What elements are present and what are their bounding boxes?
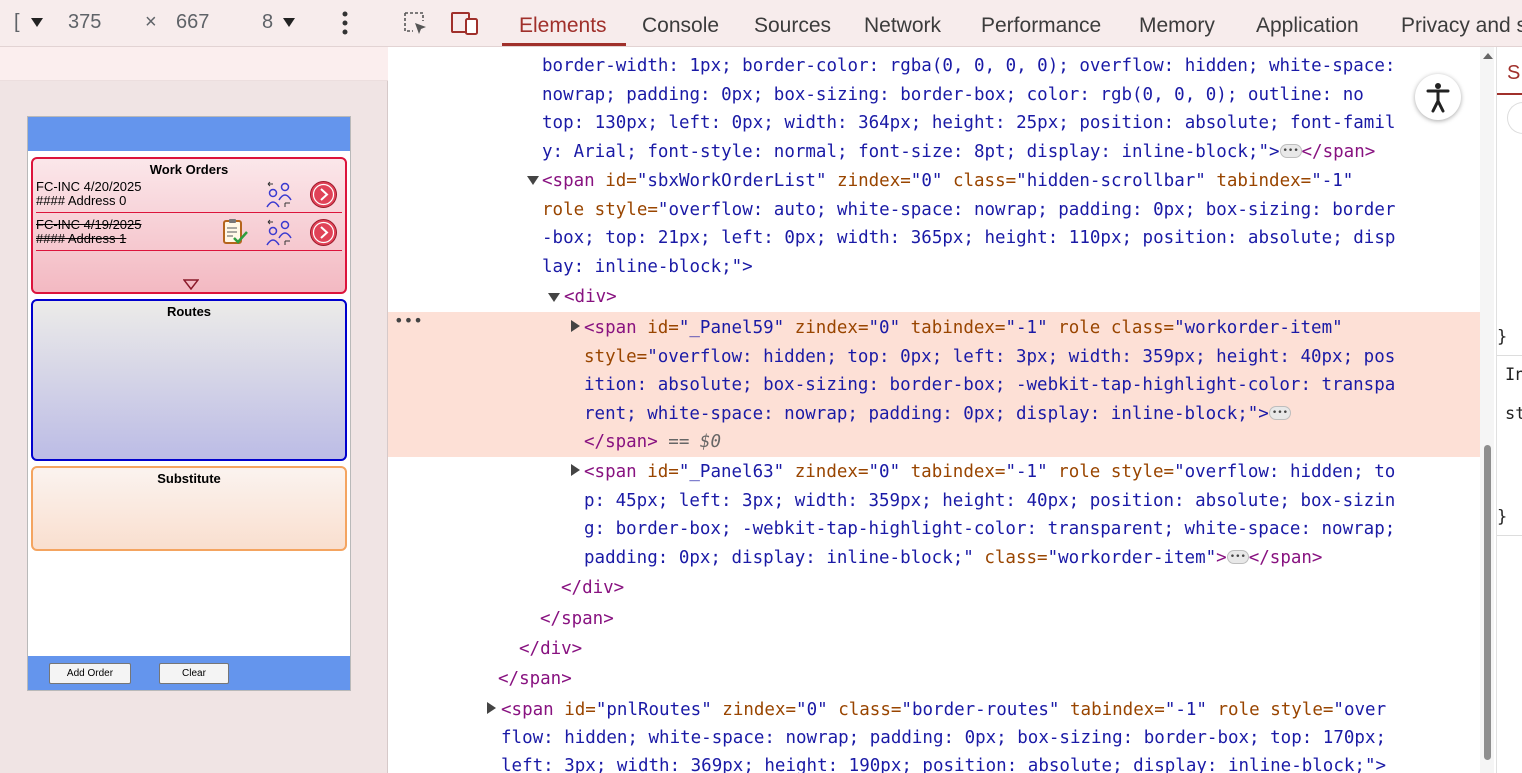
device-viewport[interactable]: Work Orders FC-INC 4/20/2025 #### Addres… <box>27 116 351 691</box>
work-orders-panel: Work Orders FC-INC 4/20/2025 #### Addres… <box>31 157 347 294</box>
collapsed-content-ellipsis[interactable] <box>1279 137 1302 166</box>
dom-line[interactable]: rent; white-space: nowrap; padding: 0px;… <box>388 399 1484 429</box>
device-emulation-pane: [ 375 × 667 8 Work Orders FC-INC 4/20/20… <box>0 0 388 773</box>
substitute-panel: Substitute <box>31 466 347 551</box>
collapsed-content-ellipsis[interactable] <box>1268 399 1291 428</box>
swap-people-icon[interactable] <box>264 219 294 247</box>
dom-line[interactable]: border-width: 1px; border-color: rgba(0,… <box>388 52 1484 81</box>
tab-sources[interactable]: Sources <box>754 14 831 38</box>
app-header-bar <box>28 117 350 151</box>
work-order-address: #### Address 1 <box>36 231 127 246</box>
styles-tab-underline <box>1497 93 1522 95</box>
accessibility-icon <box>1426 83 1450 113</box>
device-ruler-strip <box>0 47 388 81</box>
work-order-title: FC-INC 4/20/2025 <box>36 179 142 194</box>
height-input[interactable]: 667 <box>176 11 209 34</box>
routes-title: Routes <box>166 304 212 319</box>
inspect-element-icon[interactable] <box>402 10 430 38</box>
styles-divider <box>1497 355 1522 356</box>
dom-line[interactable]: </div> <box>388 574 1484 603</box>
scrollbar-thumb[interactable] <box>1484 445 1491 760</box>
dom-line[interactable]: flow: hidden; white-space: nowrap; paddi… <box>388 724 1484 753</box>
chevron-down-icon <box>31 18 44 28</box>
zoom-dropdown[interactable]: 8 <box>262 11 295 34</box>
routes-panel: Routes <box>31 299 347 461</box>
app-footer-bar: Add Order Clear <box>28 656 350 690</box>
work-order-item[interactable]: FC-INC 4/19/2025 #### Address 1 <box>36 215 342 251</box>
dom-line[interactable]: g: border-box; -webkit-tap-highlight-col… <box>388 515 1484 544</box>
tab-privacy[interactable]: Privacy and s <box>1401 14 1522 38</box>
elements-dom-tree[interactable]: border-width: 1px; border-color: rgba(0,… <box>388 47 1484 773</box>
work-order-address: #### Address 0 <box>36 193 127 208</box>
styles-divider <box>1497 535 1522 536</box>
active-tab-indicator <box>502 43 626 46</box>
expand-list-icon[interactable] <box>182 277 200 295</box>
tab-elements[interactable]: Elements <box>519 14 607 38</box>
dom-line[interactable]: y: Arial; font-style: normal; font-size:… <box>388 137 1484 167</box>
collapsed-content-ellipsis[interactable] <box>1226 543 1249 572</box>
open-work-order-button[interactable] <box>310 219 337 246</box>
dom-line[interactable]: ition: absolute; box-sizing: border-box;… <box>388 371 1484 400</box>
tab-performance[interactable]: Performance <box>981 14 1101 38</box>
open-work-order-button[interactable] <box>310 181 337 208</box>
dom-line[interactable]: left: 3px; width: 369px; height: 190px; … <box>388 752 1484 773</box>
swap-people-icon[interactable] <box>264 181 294 209</box>
inherited-label: In <box>1505 365 1522 385</box>
width-input[interactable]: 375 <box>68 11 101 34</box>
style-rule-brace: } <box>1497 507 1508 527</box>
style-rule-brace: } <box>1497 327 1508 347</box>
dom-line[interactable]: style="overflow: hidden; top: 0px; left:… <box>388 343 1484 372</box>
devtools-tab-bar: Elements Console Sources Network Perform… <box>388 0 1522 47</box>
dimensions-label: [ <box>14 11 20 33</box>
work-order-item[interactable]: FC-INC 4/20/2025 #### Address 0 <box>36 177 342 213</box>
devtools-panel: Elements Console Sources Network Perform… <box>388 0 1522 773</box>
more-options-icon[interactable] <box>340 10 350 42</box>
dom-line[interactable]: <span id="sbxWorkOrderList" zindex="0" c… <box>388 167 1484 196</box>
substitute-title: Substitute <box>157 471 221 486</box>
work-order-title: FC-INC 4/19/2025 <box>36 217 142 232</box>
dom-line[interactable]: top: 130px; left: 0px; width: 364px; hei… <box>388 109 1484 138</box>
dom-line[interactable]: lay: inline-block;"> <box>388 253 1484 282</box>
dom-line[interactable]: </span> <box>388 605 1484 634</box>
device-toggle-icon[interactable] <box>450 10 478 38</box>
tab-memory[interactable]: Memory <box>1139 14 1215 38</box>
dom-line[interactable]: nowrap; padding: 0px; box-sizing: border… <box>388 81 1484 110</box>
device-toolbar: [ 375 × 667 8 <box>0 0 388 47</box>
dom-line[interactable]: </span> <box>388 665 1484 694</box>
styles-filter-input[interactable] <box>1507 102 1522 134</box>
dom-line[interactable]: <span id="_Panel63" zindex="0" tabindex=… <box>388 458 1484 487</box>
zoom-label: 8 <box>262 11 274 33</box>
clear-button[interactable]: Clear <box>159 663 229 684</box>
times-separator: × <box>145 11 157 33</box>
dom-line[interactable]: <span id="_Panel59" zindex="0" tabindex=… <box>388 314 1484 343</box>
tab-network[interactable]: Network <box>864 14 941 38</box>
dom-line[interactable]: <div> <box>388 283 1484 312</box>
dom-line[interactable]: <span id="pnlRoutes" zindex="0" class="b… <box>388 696 1484 725</box>
dom-line[interactable]: </div> <box>388 635 1484 664</box>
dom-line[interactable]: -box; top: 21px; left: 0px; width: 365px… <box>388 224 1484 253</box>
work-orders-title: Work Orders <box>149 162 229 177</box>
dimensions-dropdown[interactable]: [ <box>14 11 44 34</box>
scroll-up-icon[interactable] <box>1481 51 1495 61</box>
dom-line[interactable]: padding: 0px; display: inline-block;" cl… <box>388 543 1484 573</box>
clipboard-check-icon <box>221 217 249 247</box>
dom-line[interactable]: </span> == $0 <box>388 428 1484 457</box>
add-order-button[interactable]: Add Order <box>49 663 131 684</box>
tab-application[interactable]: Application <box>1256 14 1359 38</box>
styles-tab-label[interactable]: S <box>1507 62 1520 85</box>
styles-pane: S } In st } <box>1496 47 1522 773</box>
style-rule-selector: st <box>1505 404 1522 424</box>
accessibility-button[interactable] <box>1415 74 1461 120</box>
dom-line[interactable]: role style="overflow: auto; white-space:… <box>388 196 1484 225</box>
dom-line[interactable]: p: 45px; left: 3px; width: 359px; height… <box>388 487 1484 516</box>
tab-console[interactable]: Console <box>642 14 719 38</box>
chevron-down-icon <box>282 18 295 28</box>
